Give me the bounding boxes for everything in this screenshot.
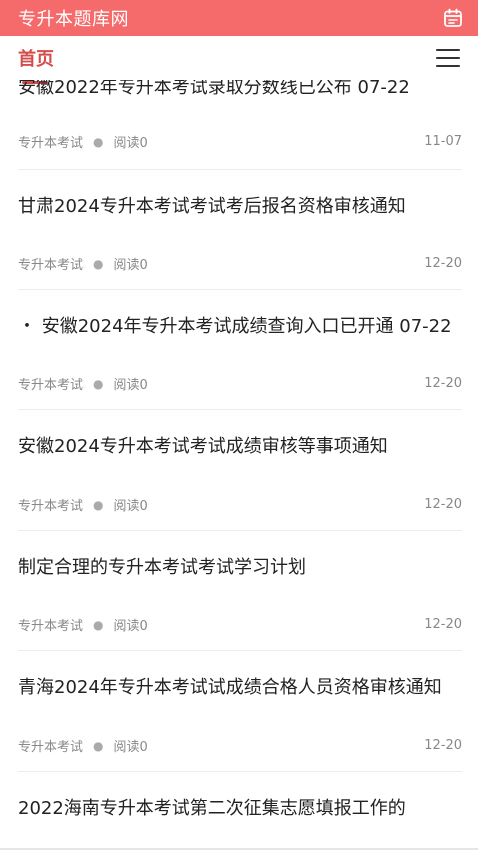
- article-category: 专升本考试: [18, 378, 84, 393]
- article-reads: 阅读0: [113, 499, 148, 514]
- article-title[interactable]: 制定合理的专升本考试考试学习计划: [18, 554, 462, 582]
- list-item[interactable]: 制定合理的专升本考试考试学习计划 专升本考试 ● 阅读0 12-20: [18, 530, 462, 651]
- article-category: 专升本考试: [18, 499, 84, 514]
- dot-separator-icon: ●: [93, 256, 104, 271]
- article-list: 安徽2022年专升本考试录取分数线已公布 07-22 专升本考试 ● 阅读0 1…: [0, 80, 478, 850]
- article-title[interactable]: 甘肃2024专升本考试考试考后报名资格审核通知: [18, 193, 462, 221]
- article-meta: 专升本考试 ● 阅读0 11-07: [18, 132, 462, 151]
- article-date: 12-20: [424, 738, 462, 753]
- article-reads: 阅读0: [113, 619, 148, 634]
- nav-bar: 首页: [0, 36, 478, 84]
- calendar-icon[interactable]: [442, 7, 464, 29]
- article-reads: 阅读0: [113, 258, 148, 273]
- list-item[interactable]: 青海2024年专升本考试试成绩合格人员资格审核通知 专升本考试 ● 阅读0 12…: [18, 650, 462, 772]
- tab-home[interactable]: 首页: [18, 45, 54, 84]
- list-item[interactable]: 甘肃2024专升本考试考试考后报名资格审核通知 专升本考试 ● 阅读0 12-2…: [18, 169, 462, 290]
- article-title[interactable]: 安徽2022年专升本考试录取分数线已公布 07-22: [18, 80, 462, 102]
- article-date: 12-20: [424, 376, 462, 391]
- article-meta: 专升本考试 ● 阅读0 12-20: [18, 495, 462, 514]
- article-date: 12-20: [424, 497, 462, 512]
- dot-separator-icon: ●: [93, 497, 104, 512]
- dot-separator-icon: ●: [93, 617, 104, 632]
- dot-separator-icon: ●: [93, 738, 104, 753]
- article-title[interactable]: 青海2024年专升本考试试成绩合格人员资格审核通知: [18, 674, 462, 702]
- list-item[interactable]: 安徽2022年专升本考试录取分数线已公布 07-22 专升本考试 ● 阅读0 1…: [18, 80, 462, 170]
- list-item[interactable]: 2022海南专升本考试第二次征集志愿填报工作的: [18, 771, 462, 850]
- article-meta: 专升本考试 ● 阅读0 12-20: [18, 736, 462, 755]
- article-category: 专升本考试: [18, 258, 84, 273]
- article-title[interactable]: ・ 安徽2024年专升本考试成绩查询入口已开通 07-22: [18, 313, 462, 341]
- article-category: 专升本考试: [18, 619, 84, 634]
- article-reads: 阅读0: [113, 378, 148, 393]
- article-reads: 阅读0: [113, 136, 148, 151]
- list-item[interactable]: 安徽2024专升本考试考试成绩审核等事项通知 专升本考试 ● 阅读0 12-20: [18, 409, 462, 531]
- article-meta: 专升本考试 ● 阅读0 12-20: [18, 254, 462, 273]
- article-meta: 专升本考试 ● 阅读0 12-20: [18, 374, 462, 393]
- list-item[interactable]: ・ 安徽2024年专升本考试成绩查询入口已开通 07-22 专升本考试 ● 阅读…: [18, 289, 462, 410]
- article-category: 专升本考试: [18, 740, 84, 755]
- dot-separator-icon: ●: [93, 134, 104, 149]
- article-date: 12-20: [424, 617, 462, 632]
- article-title[interactable]: 2022海南专升本考试第二次征集志愿填报工作的: [18, 795, 462, 823]
- tab-home-label: 首页: [18, 49, 54, 70]
- hamburger-menu-icon[interactable]: [436, 49, 460, 67]
- article-meta: 专升本考试 ● 阅读0 12-20: [18, 615, 462, 634]
- article-reads: 阅读0: [113, 740, 148, 755]
- article-date: 11-07: [424, 134, 462, 149]
- article-date: 12-20: [424, 256, 462, 271]
- top-header-bar: 专升本题库网: [0, 0, 478, 36]
- article-title[interactable]: 安徽2024专升本考试考试成绩审核等事项通知: [18, 433, 462, 461]
- site-title[interactable]: 专升本题库网: [18, 5, 129, 31]
- article-category: 专升本考试: [18, 136, 84, 151]
- dot-separator-icon: ●: [93, 376, 104, 391]
